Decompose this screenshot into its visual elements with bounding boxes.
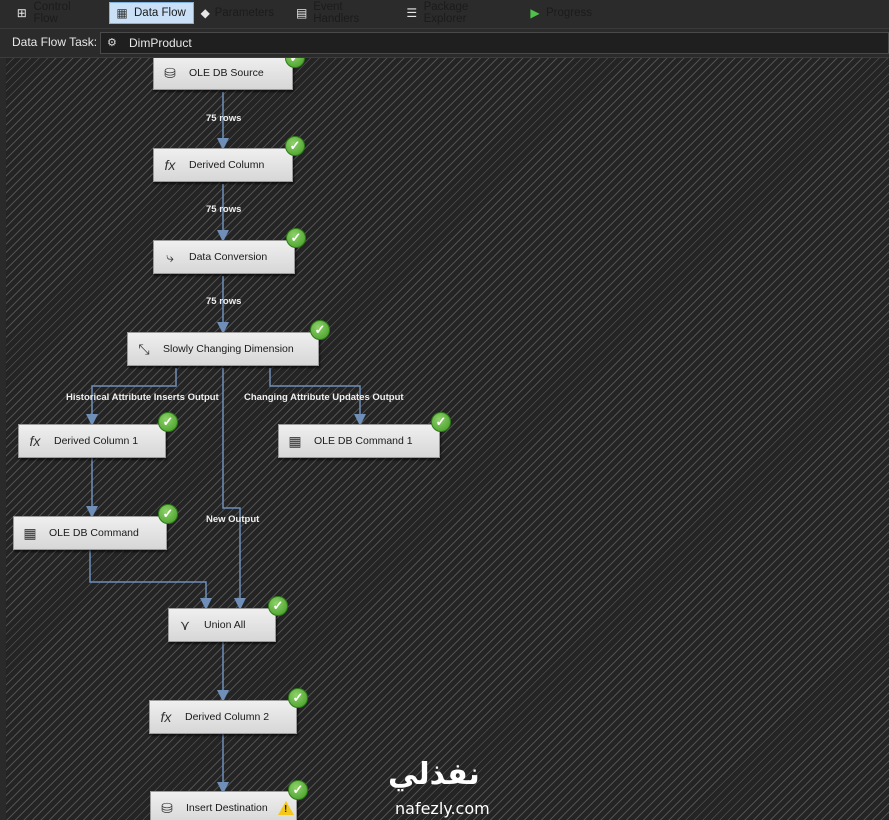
ole-db-destination-icon: ⛁ [161, 799, 173, 816]
success-check-icon: ✓ [310, 320, 330, 340]
component-label: Data Conversion [189, 251, 268, 263]
tab-data-flow[interactable]: ▦ Data Flow [109, 2, 194, 24]
success-check-icon: ✓ [285, 136, 305, 156]
component-label: Slowly Changing Dimension [163, 343, 294, 355]
derived-column-icon: fx [29, 433, 41, 449]
component-union-all[interactable]: ⋎ Union All [168, 608, 276, 642]
path-new-output[interactable] [222, 368, 246, 610]
path-label-rows: 75 rows [206, 113, 242, 124]
component-label: Derived Column 2 [185, 711, 270, 723]
success-check-icon: ✓ [431, 412, 451, 432]
success-check-icon: ✓ [158, 504, 178, 524]
component-label: OLE DB Source [189, 67, 264, 79]
component-label: OLE DB Command [49, 527, 139, 539]
data-flow-icon: ▦ [116, 6, 128, 20]
progress-play-icon: ▶ [530, 6, 540, 20]
parameters-icon: ◆ [200, 6, 210, 20]
watermark-latin: nafezly.com [395, 799, 490, 818]
data-flow-task-value: DimProduct [129, 36, 192, 50]
component-ole-db-source[interactable]: ⛁ OLE DB Source [153, 58, 293, 90]
success-check-icon: ✓ [288, 780, 308, 800]
tab-progress[interactable]: ▶ Progress [524, 2, 598, 24]
component-label: Insert Destination [186, 802, 268, 814]
task-selector-row: Data Flow Task: ⚙ DimProduct [0, 29, 889, 58]
event-handlers-icon: ▤ [295, 6, 308, 20]
tab-label: Parameters [214, 7, 274, 19]
package-explorer-icon: ☰ [406, 6, 418, 20]
success-check-icon: ✓ [158, 412, 178, 432]
component-ole-db-command[interactable]: ▦ OLE DB Command [13, 516, 167, 550]
path-label-rows: 75 rows [206, 204, 242, 215]
component-derived-column[interactable]: fx Derived Column [153, 148, 293, 182]
component-label: Derived Column [189, 159, 265, 171]
tab-label: Event Handlers [313, 1, 360, 25]
path-label-new-output: New Output [206, 514, 260, 525]
component-derived-column-2[interactable]: fx Derived Column 2 [149, 700, 297, 734]
component-ole-db-command-1[interactable]: ▦ OLE DB Command 1 [278, 424, 440, 458]
path-label-changing: Changing Attribute Updates Output [244, 392, 404, 403]
path-command-to-union[interactable] [89, 550, 212, 610]
derived-column-icon: fx [160, 709, 172, 725]
ole-db-command-icon: ▦ [23, 524, 37, 541]
data-flow-canvas[interactable]: 75 rows 75 rows 75 rows Historical Attri… [6, 58, 889, 820]
path-label-rows: 75 rows [206, 296, 242, 307]
ole-db-source-icon: ⛁ [164, 64, 176, 81]
component-insert-destination[interactable]: ⛁ Insert Destination [150, 791, 297, 820]
derived-column-icon: fx [164, 157, 176, 173]
warning-mark: ! [284, 804, 288, 815]
ole-db-command-icon: ▦ [288, 432, 302, 449]
tab-event-handlers[interactable]: ▤ Event Handlers [290, 1, 394, 25]
success-check-icon: ✓ [288, 688, 308, 708]
scd-icon: ⤡ [138, 340, 150, 357]
success-check-icon: ✓ [286, 228, 306, 248]
tab-label: Data Flow [134, 7, 186, 19]
component-data-conversion[interactable]: ⤷ Data Conversion [153, 240, 295, 274]
component-slowly-changing-dimension[interactable]: ⤡ Slowly Changing Dimension [127, 332, 319, 366]
success-check-icon: ✓ [268, 596, 288, 616]
data-flow-task-dropdown[interactable]: ⚙ DimProduct [100, 32, 889, 54]
union-all-icon: ⋎ [179, 616, 191, 633]
tab-parameters[interactable]: ◆ Parameters [196, 2, 280, 24]
component-label: Derived Column 1 [54, 435, 139, 447]
watermark-arabic: نفذلي [388, 757, 480, 792]
data-conversion-icon: ⤷ [166, 248, 174, 265]
data-flow-task-icon: ⚙ [107, 37, 117, 49]
tab-package-explorer[interactable]: ☰ Package Explorer [400, 1, 518, 25]
control-flow-icon: ⊞ [16, 6, 27, 20]
designer-tab-bar: ⊞ Control Flow ▦ Data Flow ◆ Parameters … [0, 0, 889, 29]
tab-control-flow[interactable]: ⊞ Control Flow [10, 1, 102, 25]
task-label: Data Flow Task: [12, 35, 98, 49]
tab-label: Package Explorer [423, 1, 469, 25]
tab-label: Progress [545, 7, 592, 19]
component-label: OLE DB Command 1 [314, 435, 413, 447]
component-derived-column-1[interactable]: fx Derived Column 1 [18, 424, 166, 458]
path-label-historical: Historical Attribute Inserts Output [66, 392, 219, 403]
component-label: Union All [204, 619, 246, 631]
tab-label: Control Flow [33, 1, 71, 25]
